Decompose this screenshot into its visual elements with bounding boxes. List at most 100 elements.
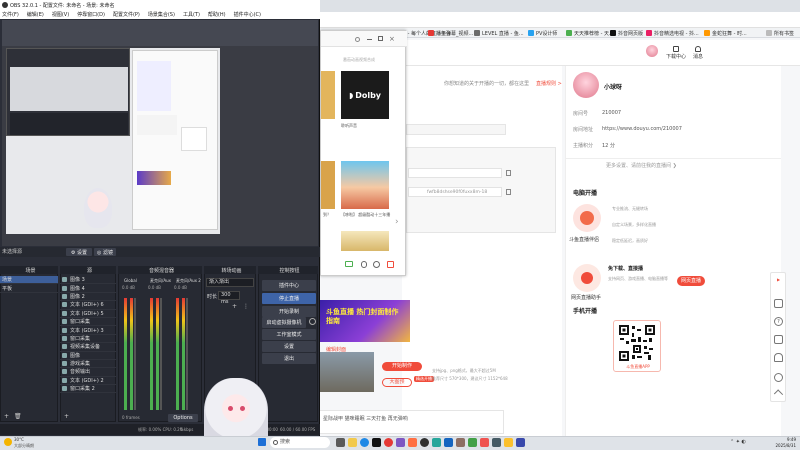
source-row[interactable]: 窗口采集 bbox=[60, 335, 116, 344]
float-tool-icon[interactable] bbox=[774, 299, 783, 308]
menu-file[interactable]: 文件(F) bbox=[2, 11, 19, 18]
menu-edit[interactable]: 编辑(E) bbox=[27, 11, 44, 18]
companion-name[interactable]: 斗鱼直播伴侣 bbox=[569, 236, 599, 243]
source-settings-button[interactable]: ⚙ 设置 bbox=[66, 248, 92, 256]
title-input[interactable] bbox=[406, 124, 506, 135]
source-filters-button[interactable]: ◎ 滤镜 bbox=[94, 248, 116, 256]
start-recording-button[interactable]: 开始录制 bbox=[262, 306, 316, 317]
exit-button[interactable]: 退出 bbox=[262, 353, 316, 364]
search-input[interactable]: 搜索 bbox=[270, 437, 330, 448]
store-icon[interactable] bbox=[372, 438, 381, 447]
menu-docks[interactable]: 停靠窗口(D) bbox=[77, 11, 105, 18]
scene-item[interactable]: 平板 bbox=[0, 285, 58, 294]
task-view-icon[interactable] bbox=[336, 438, 345, 447]
transition-select[interactable]: 渐入渐出 bbox=[206, 278, 254, 287]
source-row[interactable]: 图像 3 bbox=[60, 276, 116, 285]
source-row[interactable]: 图像 2 bbox=[60, 293, 116, 302]
bookmark-item[interactable]: 天天推荐榜 - 天... bbox=[566, 29, 614, 37]
chat-icon[interactable] bbox=[774, 335, 783, 344]
bookmark-item[interactable]: 金蛇狂舞 - 时... bbox=[704, 29, 747, 37]
start-production-button[interactable]: 开始制作 bbox=[382, 362, 422, 371]
profile-avatar[interactable] bbox=[573, 72, 599, 98]
volume-slider[interactable] bbox=[160, 298, 162, 410]
back-to-top-icon[interactable] bbox=[773, 389, 784, 399]
dolby-card[interactable]: ◗ Dolby bbox=[341, 71, 389, 119]
notice-link[interactable]: 直播规则 > bbox=[536, 80, 562, 87]
source-row[interactable]: 文本 (GDI+) 5 bbox=[60, 310, 116, 318]
menu-plugins[interactable]: 插件中心(C) bbox=[234, 11, 261, 18]
app-icon-7[interactable] bbox=[516, 438, 525, 447]
plugin-center-button[interactable]: 插件中心 bbox=[262, 280, 316, 291]
copy-icon[interactable] bbox=[506, 189, 511, 195]
douyu-companion-icon[interactable] bbox=[573, 204, 601, 232]
scene-add-icon[interactable]: + bbox=[4, 413, 9, 420]
scene-remove-icon[interactable]: 🗑 bbox=[14, 413, 22, 420]
source-row[interactable]: 游戏采集 bbox=[60, 360, 116, 369]
obs-preview[interactable] bbox=[2, 20, 318, 246]
record-icon[interactable] bbox=[387, 261, 394, 268]
stop-streaming-button[interactable]: 停止直播 bbox=[262, 293, 316, 304]
settings-icon[interactable] bbox=[355, 37, 360, 42]
clock-date[interactable]: 2025/8/31 bbox=[766, 443, 796, 448]
minimize-icon[interactable] bbox=[367, 39, 372, 40]
weather-icon[interactable] bbox=[4, 438, 12, 446]
stream-key-field[interactable]: fwfb8dshse90f0fuxx8m-18 bbox=[408, 187, 502, 197]
chrome-icon[interactable] bbox=[384, 438, 393, 447]
douyu-icon[interactable] bbox=[408, 438, 417, 447]
transition-menu-icon[interactable]: ⋮ bbox=[243, 303, 250, 310]
preview-button[interactable]: 大图预 bbox=[382, 378, 412, 387]
app-icon-4[interactable] bbox=[480, 438, 489, 447]
source-row[interactable]: 窗口采集 2 bbox=[60, 385, 116, 394]
media-card-3[interactable] bbox=[341, 231, 389, 251]
web-assistant-icon[interactable] bbox=[573, 264, 601, 292]
menu-profile[interactable]: 配置文件(P) bbox=[113, 11, 140, 18]
browser-url-bar[interactable] bbox=[320, 12, 800, 28]
mic-icon[interactable] bbox=[361, 261, 367, 268]
gear-icon[interactable] bbox=[309, 318, 316, 325]
messages-button[interactable]: 消息 bbox=[690, 46, 706, 60]
maximize-icon[interactable] bbox=[378, 36, 383, 41]
menu-tools[interactable]: 工具(T) bbox=[183, 11, 200, 18]
app-icon-3[interactable] bbox=[468, 438, 477, 447]
clock-time[interactable]: 9:49 bbox=[772, 437, 796, 442]
virtual-camera-button[interactable]: 启动虚拟摄像机 bbox=[262, 317, 306, 328]
windows-start-icon[interactable] bbox=[258, 438, 266, 446]
bookmark-item[interactable]: PV设计师 bbox=[528, 29, 557, 37]
cover-guide-banner[interactable]: 斗鱼直播 热门封面制作指南 bbox=[320, 300, 410, 342]
wechat-icon[interactable] bbox=[432, 438, 441, 447]
source-row[interactable]: 窗口采集 bbox=[60, 318, 116, 327]
tags-box[interactable]: 星际战甲 猫咪睡眠 三天打鱼 再无弹响 bbox=[314, 410, 504, 434]
bookmark-item[interactable]: 斗鱼弹幕_视频... bbox=[428, 29, 473, 37]
close-icon[interactable]: × bbox=[389, 35, 395, 43]
duration-input[interactable]: 300 ms bbox=[218, 291, 240, 305]
web-stream-button[interactable]: 网页直播 bbox=[677, 276, 705, 286]
anime-card[interactable] bbox=[341, 161, 389, 209]
bookmark-item[interactable]: 抖音精选电视 - 抖... bbox=[646, 29, 699, 37]
media-thumb-left-2[interactable] bbox=[321, 161, 335, 209]
edge-icon[interactable] bbox=[360, 438, 369, 447]
volume-slider[interactable] bbox=[134, 298, 136, 410]
app-icon-6[interactable] bbox=[504, 438, 513, 447]
studio-mode-button[interactable]: 工作室模式 bbox=[262, 329, 316, 340]
service-icon[interactable] bbox=[774, 373, 783, 382]
menu-view[interactable]: 视图(V) bbox=[52, 11, 69, 18]
bookmark-item[interactable]: 抖音网页版 bbox=[610, 29, 643, 37]
source-add-icon[interactable]: + bbox=[64, 413, 69, 420]
obs-icon[interactable] bbox=[420, 438, 429, 447]
source-row[interactable]: 文本 (GDI+) 2 bbox=[60, 377, 116, 386]
options-button[interactable]: Options bbox=[168, 414, 198, 422]
source-row[interactable]: 图像 4 bbox=[60, 284, 116, 293]
steam-icon[interactable] bbox=[444, 438, 453, 447]
app-icon-2[interactable] bbox=[456, 438, 465, 447]
download-center-button[interactable]: 下载中心 bbox=[666, 46, 686, 60]
help-icon[interactable]: ? bbox=[774, 317, 783, 326]
more-settings-link[interactable]: 更多设置、请前往我的直播间 ❯ bbox=[606, 162, 677, 169]
scene-item[interactable]: 场景 bbox=[0, 276, 58, 285]
menu-help[interactable]: 帮助(H) bbox=[208, 11, 226, 18]
float-live-icon[interactable]: ▶ bbox=[774, 277, 783, 293]
volume-slider[interactable] bbox=[186, 298, 188, 410]
settings-button[interactable]: 设置 bbox=[262, 341, 316, 352]
avatar[interactable] bbox=[646, 45, 658, 57]
headset-icon[interactable] bbox=[774, 353, 783, 362]
next-arrow-icon[interactable]: › bbox=[395, 217, 399, 227]
